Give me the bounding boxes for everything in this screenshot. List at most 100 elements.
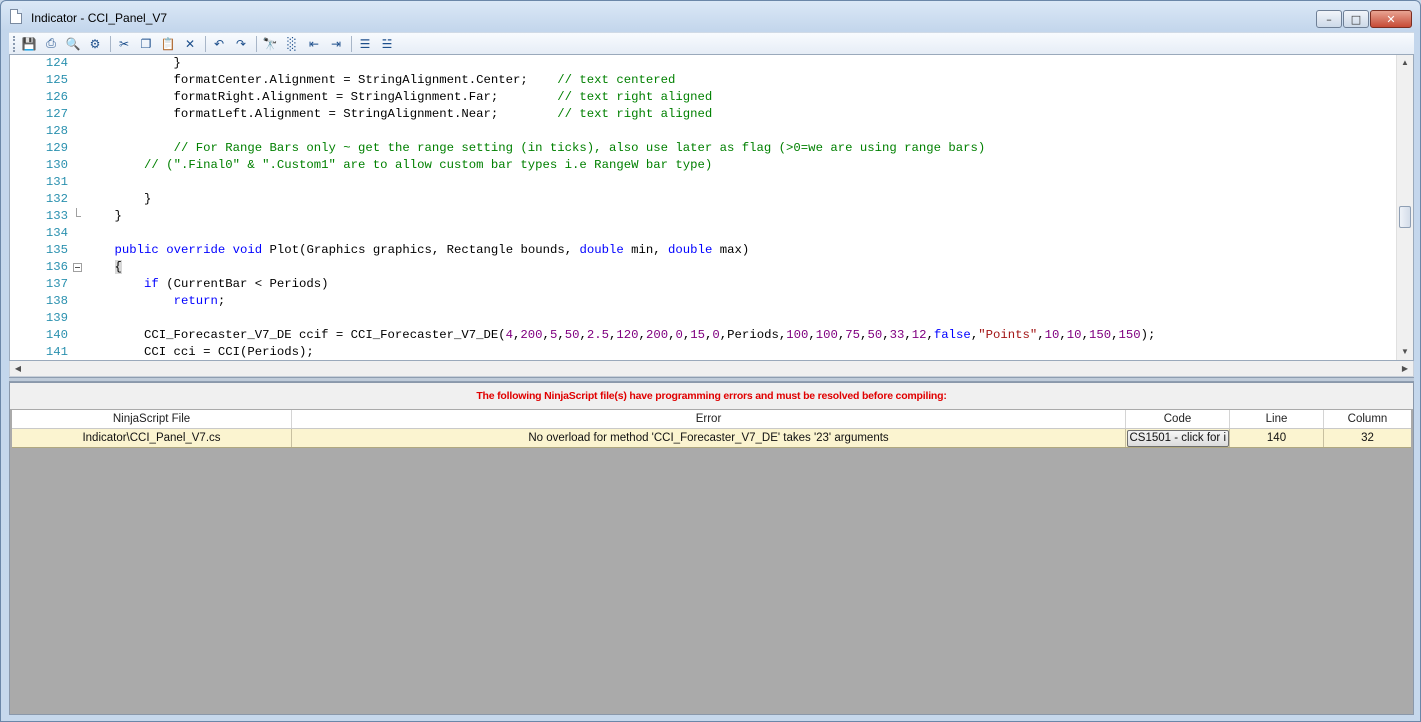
minimize-button[interactable]: – <box>1316 10 1342 28</box>
code-text[interactable]: formatRight.Alignment = StringAlignment.… <box>85 89 713 106</box>
code-line[interactable]: 141 CCI cci = CCI(Periods); <box>10 344 1398 360</box>
code-line[interactable]: 132 } <box>10 191 1398 208</box>
code-line[interactable]: 124 } <box>10 55 1398 72</box>
line-number: 128 <box>45 124 68 138</box>
code-text[interactable]: if (CurrentBar < Periods) <box>85 276 329 293</box>
code-text[interactable]: return; <box>85 293 226 310</box>
line-number: 125 <box>45 73 68 87</box>
paste-icon[interactable]: 📋 <box>159 35 177 53</box>
code-text[interactable]: CCI cci = CCI(Periods); <box>85 344 314 360</box>
code-lines[interactable]: 124 } 125 formatCenter.Alignment = String… <box>10 55 1398 360</box>
code-line[interactable]: 127 formatLeft.Alignment = StringAlignme… <box>10 106 1398 123</box>
code-line[interactable]: 139 <box>10 310 1398 327</box>
fold-margin <box>73 293 82 310</box>
fold-margin <box>73 157 82 174</box>
column-header-code[interactable]: Code <box>1126 410 1230 428</box>
close-button[interactable]: ✕ <box>1370 10 1412 28</box>
error-file-cell[interactable]: Indicator\CCI_Panel_V7.cs <box>12 429 292 447</box>
save-icon[interactable]: 💾 <box>20 35 38 53</box>
vertical-scrollbar[interactable]: ▲ ▼ <box>1396 55 1413 360</box>
delete-icon[interactable]: ✕ <box>181 35 199 53</box>
column-header-error[interactable]: Error <box>292 410 1126 428</box>
toolbar-grip[interactable] <box>13 35 16 52</box>
line-number: 127 <box>45 107 68 121</box>
error-code-button[interactable]: CS1501 - click for i <box>1126 430 1229 447</box>
errors-panel: The following NinjaScript file(s) have p… <box>9 382 1414 715</box>
outdent-icon[interactable]: ⇤ <box>305 35 323 53</box>
scroll-left-icon[interactable]: ◀ <box>10 361 26 376</box>
line-number: 133 <box>45 209 68 223</box>
code-text[interactable]: } <box>85 55 181 72</box>
code-text[interactable]: // For Range Bars only ~ get the range s… <box>85 140 986 157</box>
line-number: 139 <box>45 311 68 325</box>
window-title: Indicator - CCI_Panel_V7 <box>31 11 168 25</box>
fold-toggle-icon[interactable] <box>73 259 82 276</box>
column-header-column[interactable]: Column <box>1324 410 1411 428</box>
redo-icon[interactable]: ↷ <box>232 35 250 53</box>
code-editor[interactable]: 124 } 125 formatCenter.Alignment = String… <box>9 54 1414 361</box>
replace-icon[interactable]: ░ <box>283 35 301 53</box>
code-text[interactable]: public override void Plot(Graphics graph… <box>85 242 750 259</box>
fold-margin <box>73 208 82 225</box>
code-line[interactable]: 131 <box>10 174 1398 191</box>
comment-icon[interactable]: ☰ <box>356 35 374 53</box>
error-code-cell: CS1501 - click for i <box>1126 429 1230 447</box>
fold-margin <box>73 327 82 344</box>
code-line[interactable]: 134 <box>10 225 1398 242</box>
code-line[interactable]: 137 if (CurrentBar < Periods) <box>10 276 1398 293</box>
toolbar-separator <box>205 35 206 52</box>
cut-icon[interactable]: ✂ <box>115 35 133 53</box>
line-number: 129 <box>45 141 68 155</box>
line-number: 135 <box>45 243 68 257</box>
find-icon[interactable]: 🔭 <box>261 35 279 53</box>
error-line-cell[interactable]: 140 <box>1230 429 1324 447</box>
indent-icon[interactable]: ⇥ <box>327 35 345 53</box>
fold-margin <box>73 89 82 106</box>
error-column-cell[interactable]: 32 <box>1324 429 1411 447</box>
code-text[interactable]: { <box>85 259 122 276</box>
code-line[interactable]: 140 CCI_Forecaster_V7_DE ccif = CCI_Fore… <box>10 327 1398 344</box>
scroll-down-icon[interactable]: ▼ <box>1397 344 1413 360</box>
toolbar-separator <box>110 35 111 52</box>
code-line[interactable]: 129 // For Range Bars only ~ get the ran… <box>10 140 1398 157</box>
line-number: 134 <box>45 226 68 240</box>
code-line[interactable]: 130 // (".Final0" & ".Custom1" are to al… <box>10 157 1398 174</box>
table-row[interactable]: Indicator\CCI_Panel_V7.cs No overload fo… <box>12 429 1411 448</box>
code-text[interactable]: formatLeft.Alignment = StringAlignment.N… <box>85 106 713 123</box>
code-line[interactable]: 136 { <box>10 259 1398 276</box>
print-preview-icon[interactable]: 🔍 <box>64 35 82 53</box>
code-line[interactable]: 135 public override void Plot(Graphics g… <box>10 242 1398 259</box>
uncomment-icon[interactable]: ☱ <box>378 35 396 53</box>
code-text[interactable]: } <box>85 191 151 208</box>
scroll-thumb[interactable] <box>1399 206 1411 228</box>
code-text[interactable]: CCI_Forecaster_V7_DE ccif = CCI_Forecast… <box>85 327 1155 344</box>
maximize-button[interactable]: □ <box>1343 10 1369 28</box>
code-line[interactable]: 128 <box>10 123 1398 140</box>
column-header-line[interactable]: Line <box>1230 410 1324 428</box>
code-text[interactable]: formatCenter.Alignment = StringAlignment… <box>85 72 676 89</box>
line-number: 141 <box>45 345 68 359</box>
line-number: 137 <box>45 277 68 291</box>
undo-icon[interactable]: ↶ <box>210 35 228 53</box>
code-text[interactable]: } <box>85 208 122 225</box>
copy-icon[interactable]: ❐ <box>137 35 155 53</box>
code-line[interactable]: 126 formatRight.Alignment = StringAlignm… <box>10 89 1398 106</box>
document-icon <box>10 9 22 24</box>
fold-margin <box>73 225 82 242</box>
fold-margin <box>73 276 82 293</box>
column-header-file[interactable]: NinjaScript File <box>12 410 292 428</box>
code-line[interactable]: 133 } <box>10 208 1398 225</box>
fold-margin <box>73 191 82 208</box>
fold-margin <box>73 310 82 327</box>
code-line[interactable]: 138 return; <box>10 293 1398 310</box>
scroll-right-icon[interactable]: ▶ <box>1397 361 1413 376</box>
error-message-cell[interactable]: No overload for method 'CCI_Forecaster_V… <box>292 429 1126 447</box>
print-icon[interactable]: ⎙ <box>42 35 60 53</box>
page-setup-icon[interactable]: ⚙ <box>86 35 104 53</box>
title-bar[interactable]: Indicator - CCI_Panel_V7 – □ ✕ <box>1 1 1420 31</box>
toolbar-separator <box>351 35 352 52</box>
horizontal-scrollbar[interactable]: ◀ ▶ <box>9 361 1414 377</box>
code-line[interactable]: 125 formatCenter.Alignment = StringAlign… <box>10 72 1398 89</box>
code-text[interactable]: // (".Final0" & ".Custom1" are to allow … <box>85 157 712 174</box>
scroll-up-icon[interactable]: ▲ <box>1397 55 1413 71</box>
